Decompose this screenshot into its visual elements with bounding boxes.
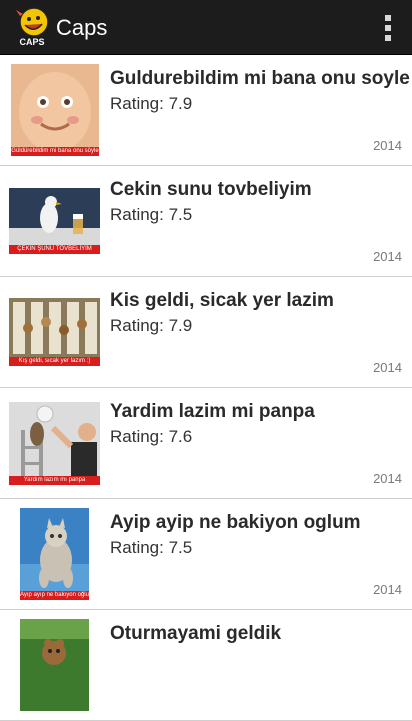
overflow-menu-icon[interactable] [384,15,392,41]
caps-logo[interactable]: CAPS [12,6,52,48]
app-bar: CAPS Caps [0,0,412,55]
item-rating: Rating: 7.9 [110,94,193,113]
thumbnail-image [20,619,89,711]
item-year: 2014 [373,138,402,153]
item-title: Kis geldi, sicak yer lazim [110,290,334,311]
caps-list: Güldürebildim mi bana onu söyle Guldureb… [0,55,412,721]
item-year: 2014 [373,582,402,597]
item-title: Ayip ayip ne bakiyon oglum [110,512,361,533]
item-rating: Rating: 7.5 [110,538,193,557]
item-year: 2014 [373,360,402,375]
item-title: Cekin sunu tovbeliyim [110,179,312,200]
app-title: Caps [56,15,108,40]
list-item[interactable]: Oturmayami geldik [0,610,412,721]
thumbnail-caption: Kış geldi, sıcak yer lazım :) [9,357,100,366]
svg-text:CAPS: CAPS [19,37,44,47]
thumbnail-image: ÇEKİN ŞUNU TÖVBELİYİM [9,188,100,254]
item-title: Oturmayami geldik [110,623,282,644]
thumbnail-caption: Yardım lazım mı panpa [9,476,100,485]
item-title: Yardim lazim mi panpa [110,401,315,422]
list-item[interactable]: Kış geldi, sıcak yer lazım :) Kis geldi,… [0,277,412,388]
item-year: 2014 [373,249,402,264]
thumbnail-caption: Güldürebildim mi bana onu söyle [11,147,99,156]
list-item[interactable]: ÇEKİN ŞUNU TÖVBELİYİM Cekin sunu tovbeli… [0,166,412,277]
item-rating: Rating: 7.9 [110,316,193,335]
item-rating: Rating: 7.6 [110,427,193,446]
list-item[interactable]: Yardım lazım mı panpa Yardim lazim mi pa… [0,388,412,499]
item-year: 2014 [373,471,402,486]
list-item[interactable]: Ayıp ayıp ne bakıyon oğlum Ayip ayip ne … [0,499,412,610]
thumbnail-image: Ayıp ayıp ne bakıyon oğlum [20,508,89,600]
thumbnail-caption: Ayıp ayıp ne bakıyon oğlum [20,591,89,600]
thumbnail-image: Güldürebildim mi bana onu söyle [11,64,99,156]
thumbnail-image: Kış geldi, sıcak yer lazım :) [9,298,100,366]
thumbnail-caption: ÇEKİN ŞUNU TÖVBELİYİM [9,245,100,254]
thumbnail-image: Yardım lazım mı panpa [9,402,100,485]
item-rating: Rating: 7.5 [110,205,193,224]
list-item[interactable]: Güldürebildim mi bana onu söyle Guldureb… [0,55,412,166]
item-title: Guldurebildim mi bana onu soyle [110,68,410,89]
